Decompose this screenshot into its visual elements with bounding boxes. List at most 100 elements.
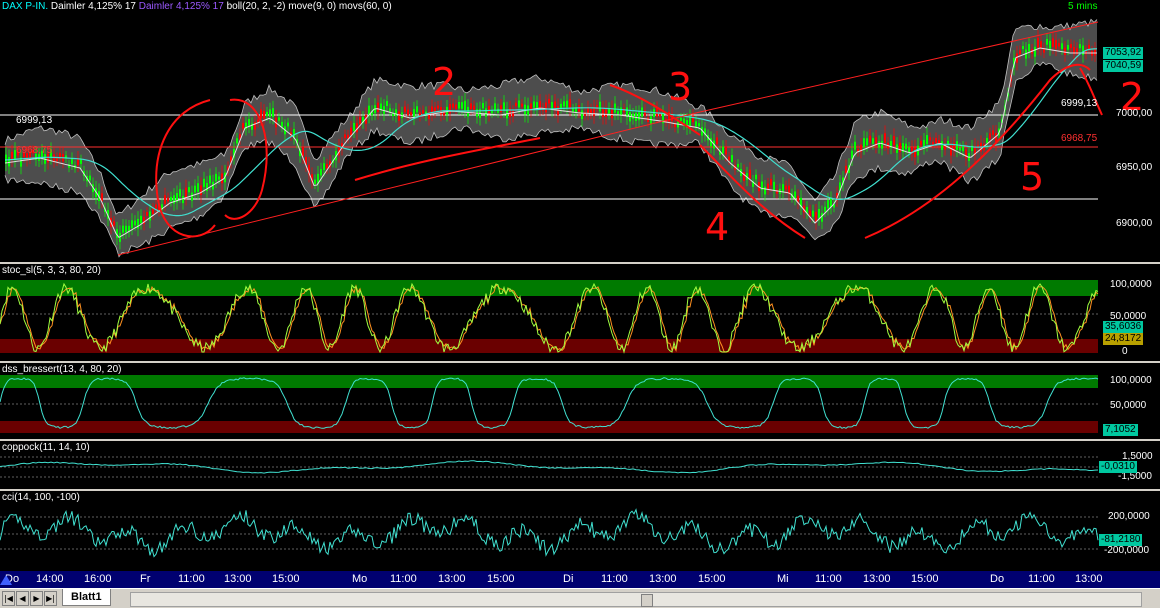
candle-body (722, 146, 724, 154)
candle-body (503, 102, 505, 111)
stoc-axis-100: 100,0000 (1110, 279, 1152, 290)
stochastic-canvas[interactable] (0, 264, 1160, 361)
coppock-pane[interactable]: coppock(11, 14, 10) 1,5000 -1,5000 -0,03… (0, 441, 1160, 489)
cci-pane[interactable]: cci(14, 100, -100) 200,0000 -200,0000 -8… (0, 491, 1160, 571)
candle-body (353, 122, 355, 131)
candle-body (1079, 44, 1081, 49)
price-chart-canvas[interactable]: 2 3452 (0, 0, 1160, 262)
trendline-upper (699, 21, 1099, 113)
candle-body (350, 127, 352, 136)
time-tick-label: 13:00 (863, 573, 891, 585)
last-sheet-button[interactable]: ▶| (44, 591, 57, 606)
candle-body (563, 101, 565, 107)
price-tag-level-1: 6999,13 (1061, 98, 1098, 109)
candle-body (986, 138, 988, 144)
candle-body (914, 147, 916, 158)
candle-body (899, 142, 901, 153)
candle-body (1046, 38, 1048, 45)
scrollbar-thumb[interactable] (641, 594, 653, 607)
candle-body (326, 164, 328, 169)
next-sheet-button[interactable]: ▶ (30, 591, 43, 606)
candle-body (533, 101, 535, 108)
price-chart-pane[interactable]: DAX P-IN. Daimler 4,125% 17 Daimler 4,12… (0, 0, 1160, 262)
coppock-label: coppock(11, 14, 10) (2, 442, 90, 453)
candle-body (167, 197, 169, 202)
candle-body (872, 138, 874, 144)
dss-axis-100: 100,0000 (1110, 375, 1152, 386)
candle-body (215, 173, 217, 182)
candle-body (344, 134, 346, 139)
time-tick-label: 15:00 (911, 573, 939, 585)
candle-body (164, 195, 166, 205)
candle-body (80, 159, 82, 164)
time-tick-label: 16:00 (84, 573, 112, 585)
coppock-tag: -0,0310 (1099, 461, 1137, 473)
candle-body (1067, 44, 1069, 50)
candle-body (950, 145, 952, 156)
price-axis-7000: 7000,00 (1116, 108, 1153, 119)
candle-body (269, 109, 271, 117)
candle-body (452, 103, 454, 108)
candle-body (599, 101, 601, 112)
dss-bressert-pane[interactable]: dss_bressert(13, 4, 80, 20) 100,0000 50,… (0, 363, 1160, 439)
candle-body (377, 102, 379, 112)
candle-body (314, 179, 316, 184)
candle-body (572, 108, 574, 112)
candle-body (254, 122, 256, 130)
candle-body (113, 221, 115, 226)
candle-body (566, 100, 568, 108)
candle-body (131, 220, 133, 229)
candle-body (725, 146, 727, 155)
candle-body (266, 111, 268, 116)
candle-body (1070, 44, 1072, 48)
candle-body (1055, 40, 1057, 49)
candle-body (908, 147, 910, 153)
candle-body (1082, 45, 1084, 56)
candle-body (650, 116, 652, 125)
candle-body (1064, 47, 1066, 56)
candle-body (185, 187, 187, 198)
candle-body (815, 211, 817, 222)
candle-body (458, 101, 460, 109)
time-tick-label: 15:00 (698, 573, 726, 585)
candle-body (731, 155, 733, 162)
candle-body (380, 103, 382, 110)
dss-canvas[interactable] (0, 363, 1160, 439)
candle-body (278, 117, 280, 121)
dss-tag: 7,1052 (1103, 424, 1138, 436)
stochastic-pane[interactable]: stoc_sl(5, 3, 3, 80, 20) 100,0000 50,000… (0, 264, 1160, 361)
candle-body (191, 192, 193, 201)
candle-body (140, 215, 142, 224)
candle-body (473, 105, 475, 110)
time-tick-label: 14:00 (36, 573, 64, 585)
candle-body (935, 138, 937, 144)
chart-settings-icon[interactable] (0, 575, 12, 585)
annotation-number: 2 (432, 60, 456, 104)
time-tick-label: 13:00 (438, 573, 466, 585)
candle-body (1037, 37, 1039, 48)
candle-body (494, 103, 496, 110)
coppock-canvas[interactable] (0, 441, 1160, 489)
candle-body (146, 212, 148, 216)
candle-body (545, 102, 547, 113)
candle-body (593, 107, 595, 117)
sheet-tab-blatt1[interactable]: Blatt1 (62, 589, 111, 606)
candle-body (809, 210, 811, 217)
prev-sheet-button[interactable]: ◀ (16, 591, 29, 606)
candle-body (485, 108, 487, 117)
candle-body (989, 133, 991, 139)
candle-body (680, 117, 682, 122)
horizontal-scrollbar[interactable] (130, 592, 1142, 607)
time-tick-label: Fr (140, 573, 151, 585)
candle-body (455, 104, 457, 109)
candle-body (812, 210, 814, 217)
candle-body (413, 109, 415, 118)
time-tick-label: 11:00 (601, 573, 628, 585)
candle-body (386, 100, 388, 107)
candle-body (611, 108, 613, 119)
candle-body (194, 185, 196, 193)
cci-canvas[interactable] (0, 491, 1160, 571)
candle-body (878, 141, 880, 148)
first-sheet-button[interactable]: |◀ (2, 591, 15, 606)
candle-body (1058, 43, 1060, 47)
